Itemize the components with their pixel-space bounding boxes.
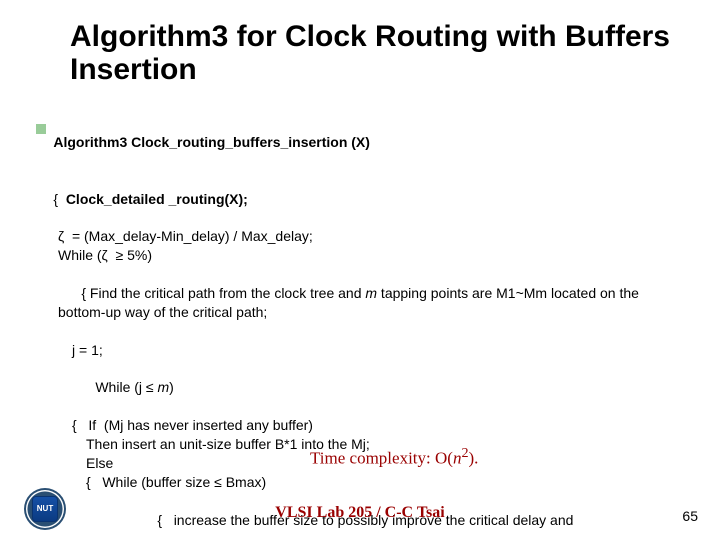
algo-j-init: j = 1; [72,341,690,360]
logo: NUT [24,488,70,530]
bullet-icon [36,124,46,134]
algo-m-var2: m [157,379,169,395]
slide-title: Algorithm3 for Clock Routing with Buffer… [70,20,690,86]
algo-open-brace: { [53,191,65,207]
footer-text: VLSI Lab 205 / C-C Tsai [0,504,720,522]
page-number: 65 [682,508,698,524]
complexity-tail: ). [469,449,479,468]
algo-find-a: { Find the critical path from the clock … [81,285,365,301]
logo-badge: NUT [32,496,58,522]
algo-while-bmax: { While (buffer size ≤ Bmax) [86,473,690,492]
algo-if: { If (Mj has never inserted any buffer) [72,416,690,435]
algo-zeta-def: ζ = (Max_delay-Min_delay) / Max_delay; [58,227,690,246]
algo-header-prefix: Algorithm3 [53,134,131,150]
logo-text: NUT [37,505,53,513]
algo-call: Clock_detailed _routing(X); [66,191,248,207]
complexity-exp: 2 [461,445,468,461]
algo-while-j-b: ) [169,379,174,395]
complexity-label: Time complexity: O( [310,449,453,468]
algo-header-name: Clock_routing_buffers_insertion (X) [131,134,370,150]
algorithm-body: Algorithm3 Clock_routing_buffers_inserti… [30,114,690,540]
time-complexity: Time complexity: O(n2). [310,445,478,469]
slide: Algorithm3 for Clock Routing with Buffer… [0,0,720,540]
algo-while-j-a: While (j ≤ [95,379,157,395]
algo-while-outer: While (ζ ≥ 5%) [58,246,690,265]
algo-m-var: m [365,285,377,301]
